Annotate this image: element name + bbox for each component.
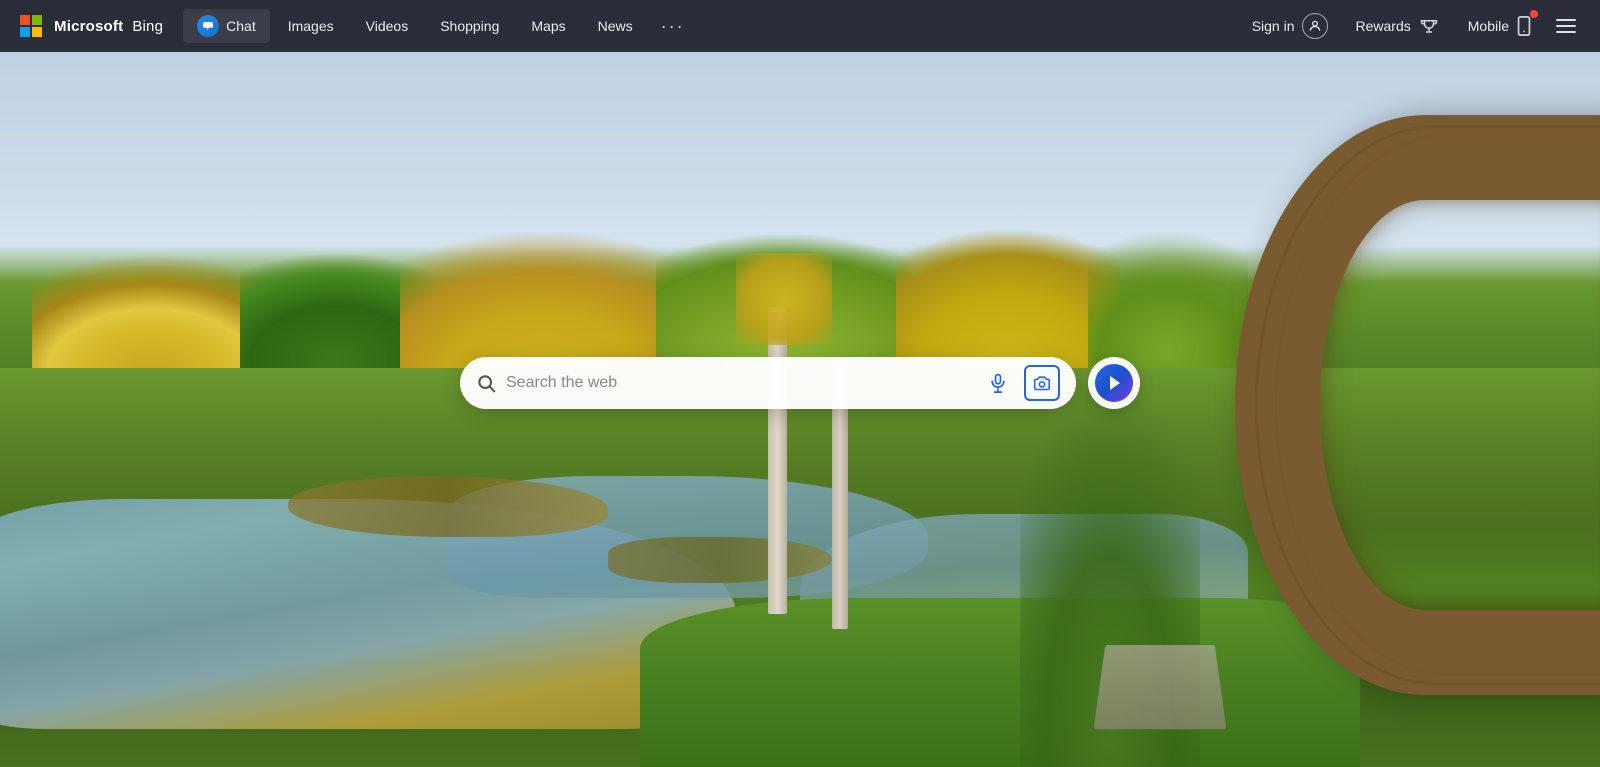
mic-button[interactable] [982,366,1014,398]
search-bar [460,356,1076,408]
videos-label: Videos [366,18,409,34]
bing-chat-button[interactable] [1088,356,1140,408]
bing-chat-icon [1095,363,1133,401]
chat-label: Chat [226,18,256,34]
hamburger-line-1 [1556,19,1576,21]
nav-links: Chat Images Videos Shopping Maps News ··… [183,9,1240,43]
mobile-button[interactable]: Mobile [1456,10,1544,42]
visual-search-button[interactable] [1024,364,1060,400]
rewards-label: Rewards [1356,18,1411,34]
search-container [460,356,1140,408]
nav-chat[interactable]: Chat [183,9,270,43]
mobile-icon [1516,16,1532,36]
birch-foliage-1 [736,253,832,345]
maps-label: Maps [531,18,565,34]
navbar: Microsoft Bing Chat Images Videos Shoppi… [0,0,1600,52]
nav-maps[interactable]: Maps [517,12,579,40]
mobile-badge [1530,10,1538,18]
nav-videos[interactable]: Videos [352,12,423,40]
brand-link[interactable]: Microsoft Bing [20,15,163,37]
trophy-icon [1418,15,1440,37]
hamburger-line-3 [1556,31,1576,33]
search-input[interactable] [506,373,972,391]
nav-images[interactable]: Images [274,12,348,40]
play-triangle-icon [1110,375,1120,389]
wooden-c-structure [1215,115,1600,735]
product-text: Bing [132,18,163,35]
nav-shopping[interactable]: Shopping [426,12,513,40]
birch-trunk-1 [768,307,787,614]
walkway [1094,645,1227,729]
search-icon [476,372,496,392]
search-icon-wrap [476,372,496,392]
nav-news[interactable]: News [584,12,647,40]
mobile-label: Mobile [1468,18,1509,34]
news-label: News [598,18,633,34]
sign-in-button[interactable]: Sign in [1240,7,1340,45]
mic-icon [988,372,1008,392]
brand-text: Microsoft [54,18,123,35]
camera-icon [1033,374,1051,390]
rewards-button[interactable]: Rewards [1344,9,1452,43]
logo-blue [20,27,30,37]
chat-bubble-icon [197,15,219,37]
nav-more[interactable]: ··· [651,10,695,43]
nav-right: Sign in Rewards Mobile [1240,7,1584,45]
shopping-label: Shopping [440,18,499,34]
hamburger-line-2 [1556,25,1576,27]
logo-green [32,15,42,25]
microsoft-logo [20,15,42,37]
hamburger-menu[interactable] [1548,11,1584,41]
sign-in-label: Sign in [1252,18,1295,34]
person-icon [1302,13,1328,39]
logo-red [20,15,30,25]
mobile-icon-wrap [1516,16,1532,36]
logo-yellow [32,27,42,37]
images-label: Images [288,18,334,34]
